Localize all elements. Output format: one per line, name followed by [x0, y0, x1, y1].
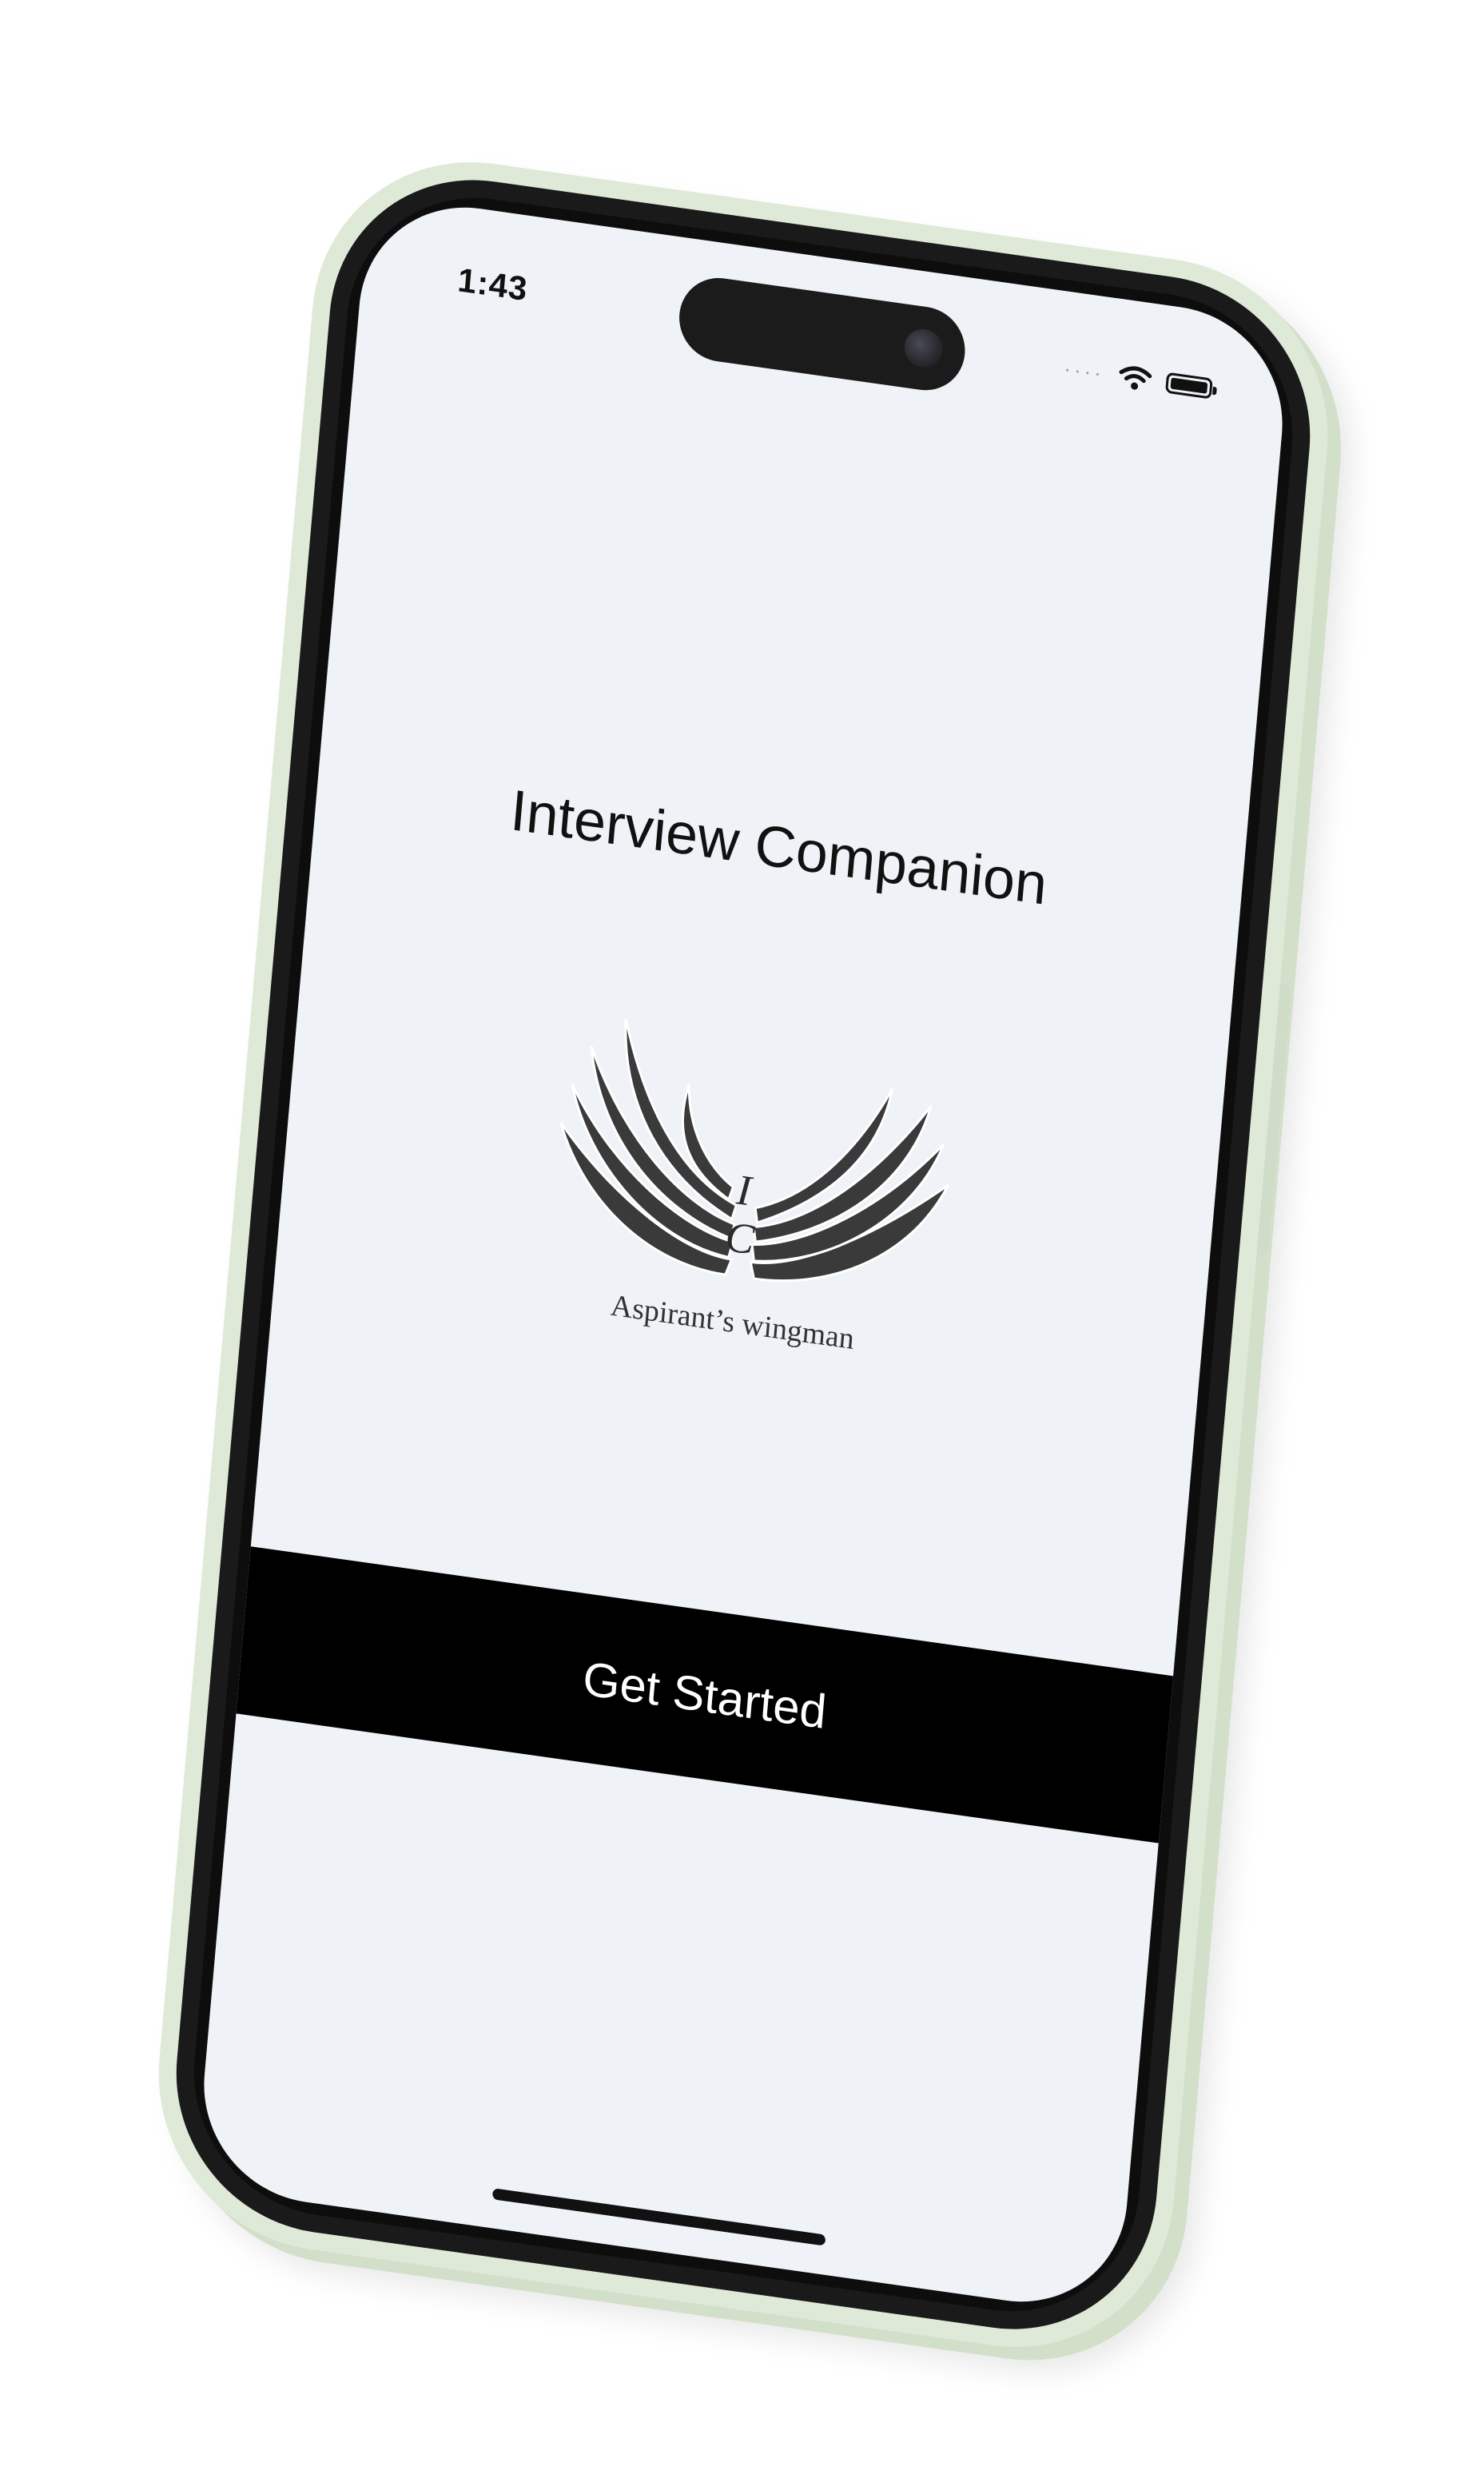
phone-device: 1:43 ···· Interview Companion I C Aspira…: [145, 140, 1342, 2369]
wifi-icon: [1119, 366, 1152, 390]
dynamic-island: [675, 272, 969, 396]
battery-level: [1170, 377, 1208, 394]
get-started-button[interactable]: Get Started: [220, 1544, 1189, 1846]
left-wing-icon: [559, 1018, 738, 1276]
camera-icon: [902, 326, 945, 371]
signal-icon: ····: [1063, 356, 1106, 386]
logo-monogram-bottom: C: [723, 1212, 757, 1264]
logo-monogram-top: I: [734, 1165, 755, 1215]
battery-icon: [1165, 372, 1213, 400]
right-wing-icon: [749, 1088, 949, 1283]
wings-logo-icon: I C Aspirant’s wingman: [559, 1018, 949, 1357]
mockup-stage: 1:43 ···· Interview Companion I C Aspira…: [0, 0, 1484, 2474]
status-time: 1:43: [456, 261, 530, 308]
logo-tagline: Aspirant’s wingman: [609, 1289, 855, 1357]
status-icons: ····: [1063, 356, 1213, 402]
app-title: Interview Companion: [507, 778, 1050, 917]
app-screen: 1:43 ···· Interview Companion I C Aspira…: [194, 193, 1292, 2317]
